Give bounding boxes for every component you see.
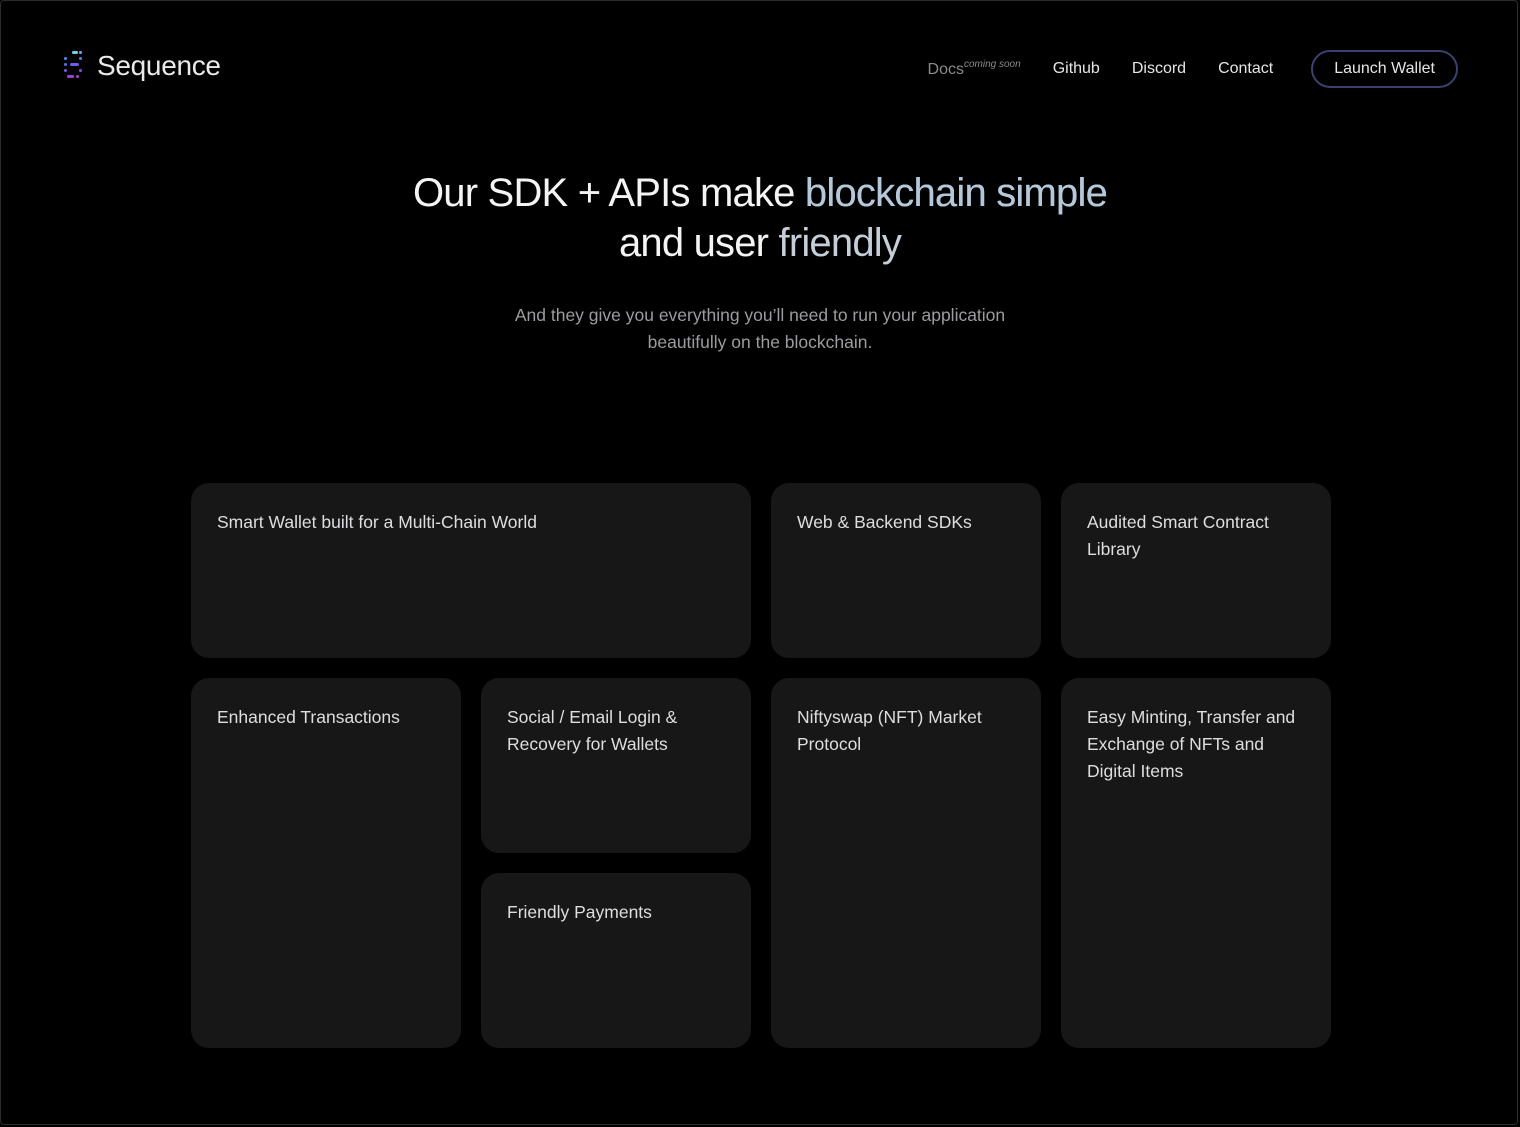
feature-title: Audited Smart Contract Library: [1087, 512, 1269, 559]
nav-docs-label: Docs: [927, 61, 964, 78]
nav-github-link[interactable]: Github: [1053, 60, 1100, 78]
hero-subtitle: And they give you everything you’ll need…: [514, 305, 1006, 352]
feature-title: Smart Wallet built for a Multi-Chain Wor…: [217, 512, 537, 532]
feature-title: Niftyswap (NFT) Market Protocol: [797, 707, 982, 754]
feature-card-niftyswap[interactable]: Niftyswap (NFT) Market Protocol: [771, 678, 1041, 1048]
sequence-logo-icon: [64, 51, 82, 78]
feature-card-sdks[interactable]: Web & Backend SDKs: [771, 483, 1041, 658]
hero-title: Our SDK + APIs make blockchain simple an…: [0, 168, 1520, 268]
brand-name: Sequence: [97, 50, 221, 81]
feature-title: Friendly Payments: [507, 902, 652, 922]
brand-logo[interactable]: Sequence: [62, 48, 221, 84]
hero-title-accent-2: friendly: [778, 221, 902, 265]
hero-title-accent-1: blockchain simple: [804, 171, 1108, 215]
feature-card-enhanced-transactions[interactable]: Enhanced Transactions: [191, 678, 461, 1048]
hero-title-plain-1: Our SDK + APIs make: [412, 171, 805, 215]
top-nav: Docscoming soon Github Discord Contact L…: [928, 50, 1458, 88]
nav-docs-link[interactable]: Docscoming soon: [928, 59, 1021, 79]
feature-title: Social / Email Login & Recovery for Wall…: [507, 707, 678, 754]
nav-contact-link[interactable]: Contact: [1218, 60, 1273, 78]
feature-card-contract-library[interactable]: Audited Smart Contract Library: [1061, 483, 1331, 658]
feature-title: Easy Minting, Transfer and Exchange of N…: [1087, 707, 1296, 781]
hero-title-plain-2: and user: [618, 221, 779, 265]
feature-title: Web & Backend SDKs: [797, 512, 972, 532]
coming-soon-badge: coming soon: [963, 59, 1021, 70]
launch-wallet-button[interactable]: Launch Wallet: [1311, 50, 1458, 88]
feature-card-smart-wallet[interactable]: Smart Wallet built for a Multi-Chain Wor…: [191, 483, 751, 658]
feature-title: Enhanced Transactions: [217, 707, 400, 727]
feature-card-minting[interactable]: Easy Minting, Transfer and Exchange of N…: [1061, 678, 1331, 1048]
nav-discord-link[interactable]: Discord: [1132, 60, 1186, 78]
feature-card-social-login[interactable]: Social / Email Login & Recovery for Wall…: [481, 678, 751, 853]
feature-card-payments[interactable]: Friendly Payments: [481, 873, 751, 1048]
